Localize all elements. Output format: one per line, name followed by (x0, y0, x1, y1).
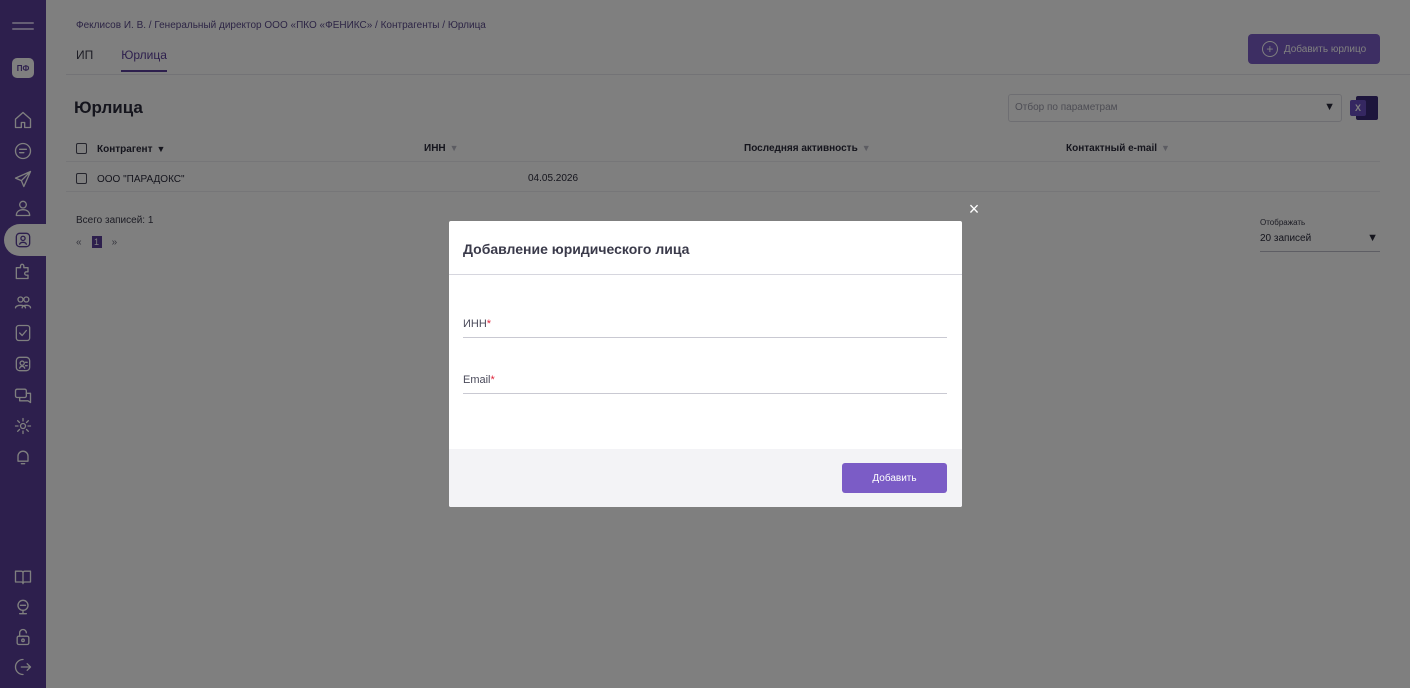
add-button[interactable]: Добавить (842, 463, 947, 493)
dialog-title: Добавление юридического лица (463, 241, 690, 257)
close-icon[interactable]: × (964, 199, 984, 219)
email-label: Email (463, 374, 491, 386)
dialog-divider (449, 274, 962, 275)
email-field[interactable]: Email* (463, 370, 947, 394)
inn-label: ИНН (463, 318, 487, 330)
required-mark: * (486, 318, 492, 330)
add-legal-entity-dialog: Добавление юридического лица ИНН* Email*… (449, 221, 962, 507)
dialog-footer: Добавить (449, 449, 962, 507)
inn-field[interactable]: ИНН* (463, 314, 947, 338)
required-mark: * (490, 374, 495, 386)
